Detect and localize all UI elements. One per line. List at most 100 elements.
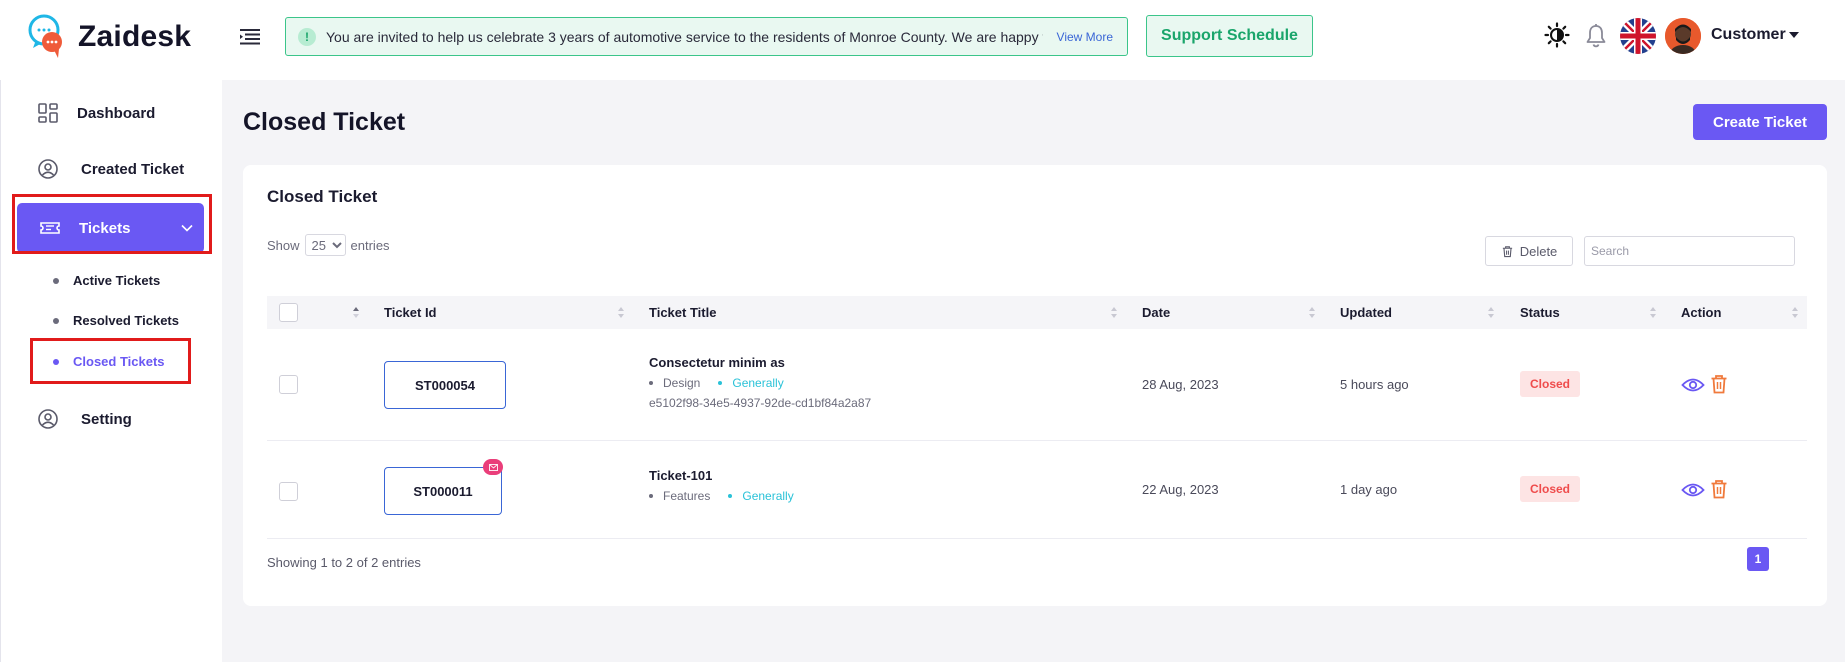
announcement-text: You are invited to help us celebrate 3 y… (326, 28, 1043, 45)
status-badge: Closed (1520, 371, 1581, 397)
menu-icon[interactable] (240, 27, 260, 45)
eye-icon[interactable] (1681, 376, 1705, 394)
sidebar-item-label: Tickets (79, 219, 131, 237)
sidebar-item-label: Setting (81, 410, 132, 428)
ticket-title[interactable]: Ticket-101 (649, 468, 794, 483)
support-schedule-button[interactable]: Support Schedule (1146, 15, 1313, 57)
envelope-icon (488, 463, 498, 471)
announcement-banner: ! You are invited to help us celebrate 3… (285, 17, 1128, 56)
bell-icon[interactable] (1584, 23, 1608, 49)
table-header: Ticket Id Ticket Title Date Updated Stat… (267, 296, 1807, 329)
ticket-uuid: e5102f98-34e5-4937-92de-cd1bf84a2a87 (649, 396, 872, 410)
entries-length-control: Show 25 entries (267, 234, 390, 256)
logo-icon (28, 14, 62, 58)
row-checkbox[interactable] (279, 482, 298, 501)
sort-icon[interactable] (1487, 306, 1495, 319)
trash-icon (1502, 245, 1512, 257)
bullet-icon (53, 277, 59, 284)
ticket-tags: Features Generally (649, 489, 794, 503)
sidebar-subitem-label: Active Tickets (73, 273, 161, 288)
sort-icon[interactable] (1649, 306, 1657, 319)
ticket-date: 22 Aug, 2023 (1142, 482, 1219, 497)
ticket-priority: Generally (742, 489, 794, 503)
ticket-priority: Generally (732, 376, 784, 390)
user-circle-icon (38, 159, 58, 179)
caret-down-icon[interactable] (1789, 32, 1799, 38)
column-date[interactable]: Date (1142, 296, 1170, 329)
sidebar-item-setting[interactable]: Setting (37, 408, 132, 430)
table-info: Showing 1 to 2 of 2 entries (267, 555, 421, 570)
select-all-checkbox[interactable] (279, 303, 298, 322)
entries-select[interactable]: 25 (304, 234, 346, 256)
ticket-date: 28 Aug, 2023 (1142, 377, 1219, 392)
card-title: Closed Ticket (267, 187, 378, 206)
info-icon: ! (298, 27, 316, 46)
row-checkbox[interactable] (279, 375, 298, 394)
sidebar-subitem-resolved-tickets[interactable]: Resolved Tickets (53, 313, 179, 328)
entries-label: entries (350, 237, 390, 253)
chevron-down-icon[interactable] (180, 221, 194, 235)
bullet-icon (53, 358, 59, 365)
trash-icon[interactable] (1710, 374, 1728, 394)
sidebar-item-created-ticket[interactable]: Created Ticket (37, 158, 184, 180)
sidebar-item-label: Dashboard (77, 104, 156, 122)
bullet-icon (649, 494, 653, 498)
sort-icon[interactable] (352, 306, 360, 319)
trash-icon[interactable] (1710, 479, 1728, 499)
delete-button[interactable]: Delete (1485, 236, 1573, 266)
table-row[interactable]: ST000054 Consectetur minim as Design Gen… (267, 329, 1807, 441)
brand-name: Zaidesk (78, 20, 192, 53)
search-input[interactable] (1584, 236, 1795, 266)
pagination-page-button[interactable]: 1 (1747, 547, 1769, 571)
ticket-updated: 5 hours ago (1340, 377, 1409, 392)
main-content: Closed Ticket Create Ticket Closed Ticke… (222, 80, 1845, 662)
sidebar-subitem-label: Resolved Tickets (73, 313, 179, 328)
ticket-id-button[interactable]: ST000054 (384, 361, 506, 409)
status-badge: Closed (1520, 476, 1581, 502)
sort-icon[interactable] (1308, 306, 1316, 319)
ticket-icon (40, 222, 60, 234)
ticket-id-button[interactable]: ST000011 (384, 467, 502, 515)
delete-label: Delete (1519, 243, 1558, 259)
bullet-icon (728, 494, 733, 498)
ticket-title[interactable]: Consectetur minim as (649, 355, 871, 370)
ticket-updated: 1 day ago (1340, 482, 1398, 497)
theme-toggle-icon[interactable] (1544, 22, 1570, 48)
tickets-card: Closed Ticket Show 25 entries Delete Tic… (243, 165, 1827, 606)
sidebar-subitem-closed-tickets[interactable]: Closed Tickets (53, 354, 165, 369)
tickets-table: Ticket Id Ticket Title Date Updated Stat… (267, 296, 1807, 539)
sort-icon[interactable] (617, 306, 625, 319)
bullet-icon (53, 317, 59, 324)
top-header: Zaidesk ! You are invited to help us cel… (0, 0, 1845, 80)
sort-icon[interactable] (1110, 306, 1118, 319)
sidebar-item-tickets[interactable]: Tickets (17, 203, 204, 253)
page-title: Closed Ticket (243, 108, 406, 136)
table-row[interactable]: ST000011 Ticket-101 Features Generally 2… (267, 441, 1807, 539)
create-ticket-button[interactable]: Create Ticket (1693, 104, 1827, 140)
avatar[interactable] (1665, 18, 1701, 54)
ticket-title-cell: Consectetur minim as Design Generally e5… (649, 355, 871, 410)
ticket-category: Features (663, 489, 711, 503)
sidebar-item-dashboard[interactable]: Dashboard (37, 102, 155, 124)
uk-flag-icon[interactable] (1620, 18, 1656, 54)
bullet-icon (718, 381, 723, 385)
eye-icon[interactable] (1681, 481, 1705, 499)
sidebar-subitem-active-tickets[interactable]: Active Tickets (53, 273, 160, 288)
sort-icon[interactable] (1791, 306, 1799, 319)
column-status[interactable]: Status (1520, 296, 1560, 329)
column-action[interactable]: Action (1681, 296, 1721, 329)
column-ticket-id[interactable]: Ticket Id (384, 296, 437, 329)
user-circle-icon (38, 409, 58, 429)
column-updated[interactable]: Updated (1340, 296, 1392, 329)
bullet-icon (649, 381, 653, 385)
ticket-title-cell: Ticket-101 Features Generally (649, 468, 794, 503)
show-label: Show (267, 237, 300, 253)
sidebar-subitem-label: Closed Tickets (73, 354, 165, 369)
ticket-tags: Design Generally (649, 376, 871, 390)
column-ticket-title[interactable]: Ticket Title (649, 296, 716, 329)
ticket-category: Design (663, 376, 701, 390)
sidebar: Dashboard Created Ticket Tickets Active … (0, 80, 222, 662)
user-name[interactable]: Customer (1711, 26, 1786, 44)
sidebar-item-label: Created Ticket (81, 160, 185, 178)
view-more-link[interactable]: View More (1057, 30, 1113, 44)
